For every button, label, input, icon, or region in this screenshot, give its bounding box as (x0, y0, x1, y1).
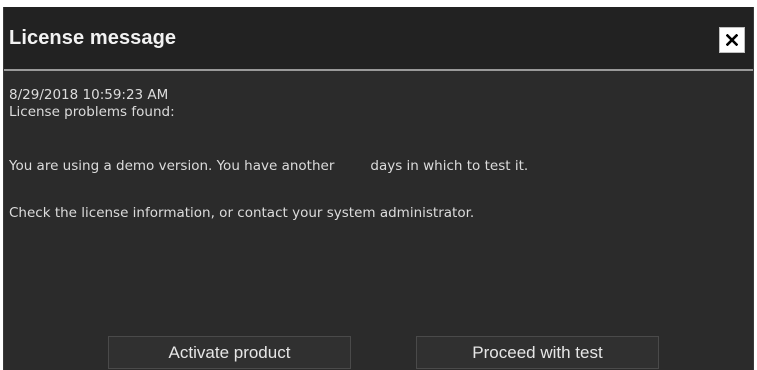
demo-message: You are using a demo version. You have a… (9, 158, 528, 175)
problems-heading: License problems found: (9, 104, 175, 120)
demo-text-after: days in which to test it. (370, 158, 529, 174)
check-message: Check the license information, or contac… (9, 205, 475, 221)
timestamp: 8/29/2018 10:59:23 AM (9, 87, 169, 103)
license-dialog: License message 8/29/2018 10:59:23 AM Li… (3, 7, 754, 370)
proceed-with-test-button[interactable]: Proceed with test (416, 336, 659, 369)
demo-text-before: You are using a demo version. You have a… (9, 158, 335, 174)
dialog-title: License message (9, 27, 177, 49)
activate-product-button[interactable]: Activate product (108, 336, 351, 369)
dialog-titlebar: License message (4, 7, 753, 71)
close-icon (726, 34, 738, 46)
close-button[interactable] (719, 27, 745, 53)
